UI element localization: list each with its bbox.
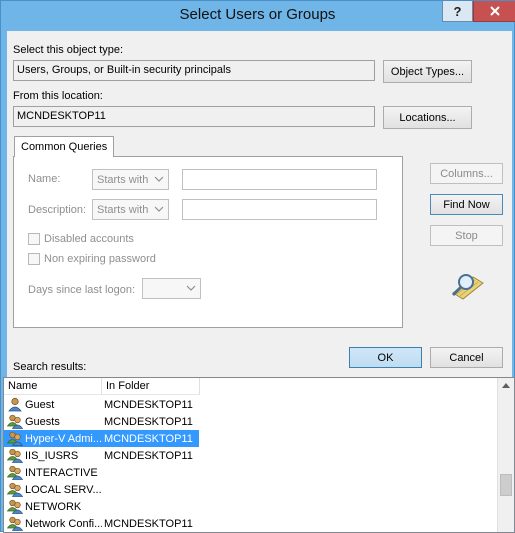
- row-name-cell: Hyper-V Admi...: [4, 430, 102, 447]
- row-name-cell: Network Confi...: [4, 515, 102, 532]
- row-name-cell: Guest: [4, 396, 102, 413]
- object-types-button[interactable]: Object Types...: [383, 60, 472, 83]
- row-folder: [102, 464, 199, 481]
- row-name-cell: NETWORK: [4, 498, 102, 515]
- row-name: Guests: [25, 415, 60, 428]
- non-expiring-label: Non expiring password: [44, 253, 156, 265]
- user-icon: [4, 397, 25, 412]
- columns-button[interactable]: Columns...: [430, 163, 503, 184]
- row-folder: [102, 481, 199, 498]
- dialog-title: Select Users or Groups: [179, 6, 336, 23]
- row-folder: MCNDESKTOP11: [104, 517, 193, 530]
- row-folder: [102, 498, 199, 515]
- results-rows: Guest MCNDESKTOP11 Guests MCNDESKTOP11 Hyper…: [4, 396, 199, 532]
- row-name: Network Confi...: [25, 517, 102, 530]
- description-mode-value: Starts with: [97, 203, 149, 216]
- description-input[interactable]: [182, 199, 377, 220]
- group-icon: [4, 431, 25, 446]
- description-label: Description:: [28, 204, 87, 216]
- name-input[interactable]: [182, 169, 377, 190]
- chevron-down-icon: [186, 285, 196, 291]
- disabled-accounts-label: Disabled accounts: [44, 233, 134, 245]
- row-name: Hyper-V Admi...: [25, 432, 102, 445]
- cancel-button[interactable]: Cancel: [430, 347, 503, 368]
- object-type-field: Users, Groups, or Built-in security prin…: [13, 60, 375, 81]
- group-icon: [4, 414, 25, 429]
- row-name-cell: Guests: [4, 413, 102, 430]
- row-name: Guest: [25, 398, 55, 411]
- disabled-accounts-checkbox[interactable]: [28, 233, 40, 245]
- name-mode-value: Starts with: [97, 173, 149, 186]
- table-row[interactable]: Hyper-V Admi... MCNDESKTOP11: [4, 430, 199, 447]
- name-label: Name:: [28, 173, 61, 185]
- scroll-thumb[interactable]: [500, 474, 512, 496]
- row-name-cell: IIS_IUSRS: [4, 447, 102, 464]
- object-type-label: Select this object type:: [13, 44, 124, 56]
- non-expiring-checkbox[interactable]: [28, 253, 40, 265]
- search-icon: [451, 274, 484, 300]
- days-since-logon-label: Days since last logon:: [28, 284, 135, 296]
- table-row[interactable]: LOCAL SERV...: [4, 481, 199, 498]
- row-folder: MCNDESKTOP11: [104, 398, 193, 411]
- group-icon: [4, 448, 25, 463]
- row-name: LOCAL SERV...: [25, 483, 102, 496]
- table-row[interactable]: Guests MCNDESKTOP11: [4, 413, 199, 430]
- results-scrollbar[interactable]: [497, 378, 514, 532]
- row-folder: MCNDESKTOP11: [104, 449, 193, 462]
- location-field: MCNDESKTOP11: [13, 106, 375, 127]
- table-row[interactable]: NETWORK: [4, 498, 199, 515]
- location-label: From this location:: [13, 90, 103, 102]
- scroll-up-icon[interactable]: [502, 382, 510, 388]
- chevron-down-icon: [154, 206, 164, 212]
- help-button[interactable]: ?: [442, 1, 473, 22]
- chevron-down-icon: [154, 176, 164, 182]
- row-name: INTERACTIVE: [25, 466, 98, 479]
- table-row[interactable]: Guest MCNDESKTOP11: [4, 396, 199, 413]
- row-name-cell: LOCAL SERV...: [4, 481, 102, 498]
- row-name: IIS_IUSRS: [25, 449, 79, 462]
- table-row[interactable]: Network Confi... MCNDESKTOP11: [4, 515, 199, 532]
- find-now-button[interactable]: Find Now: [430, 194, 503, 215]
- title-bar[interactable]: Select Users or Groups ?: [1, 1, 515, 31]
- search-results-list[interactable]: Name In Folder Guest MCNDESKTOP11 Guests MC…: [3, 377, 515, 533]
- close-icon: [489, 6, 500, 16]
- table-row[interactable]: IIS_IUSRS MCNDESKTOP11: [4, 447, 199, 464]
- row-folder: MCNDESKTOP11: [102, 430, 199, 447]
- group-icon: [4, 482, 25, 497]
- group-icon: [4, 516, 25, 531]
- row-name-cell: INTERACTIVE: [4, 464, 102, 481]
- group-icon: [4, 499, 25, 514]
- column-header-name[interactable]: Name: [4, 378, 102, 395]
- dialog-window: Select Users or Groups ? Select this obj…: [0, 0, 515, 533]
- search-results-label: Search results:: [13, 361, 87, 373]
- row-folder: MCNDESKTOP11: [104, 415, 193, 428]
- name-mode-select[interactable]: Starts with: [92, 169, 169, 190]
- table-row[interactable]: INTERACTIVE: [4, 464, 199, 481]
- days-since-logon-select[interactable]: [142, 278, 201, 299]
- group-icon: [4, 465, 25, 480]
- ok-button[interactable]: OK: [349, 347, 422, 368]
- stop-button[interactable]: Stop: [430, 225, 503, 246]
- dialog-body: Select this object type: Users, Groups, …: [3, 31, 515, 533]
- close-button[interactable]: [473, 1, 515, 22]
- tab-common-queries[interactable]: Common Queries: [14, 136, 115, 157]
- results-header: Name In Folder: [4, 378, 200, 395]
- description-mode-select[interactable]: Starts with: [92, 199, 169, 220]
- column-header-folder[interactable]: In Folder: [102, 378, 200, 395]
- row-name: NETWORK: [25, 500, 82, 513]
- locations-button[interactable]: Locations...: [383, 106, 472, 129]
